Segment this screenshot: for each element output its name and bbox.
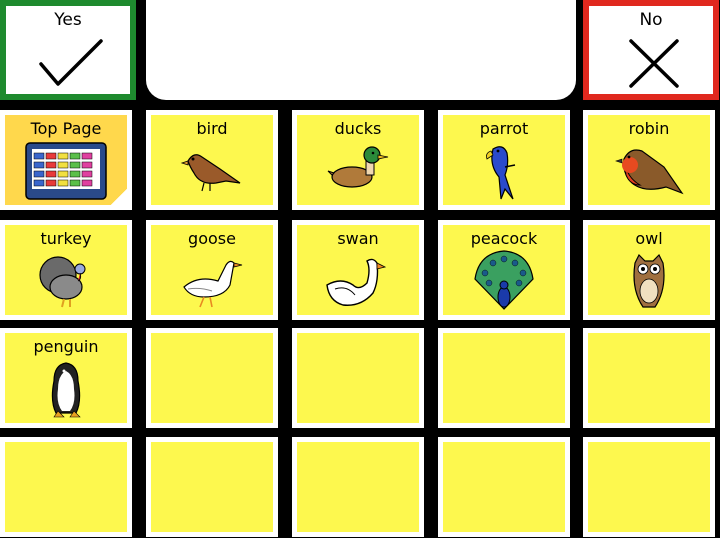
robin-button[interactable]: robin [583,110,715,210]
ducks-button[interactable]: ducks [292,110,424,210]
yes-button[interactable]: Yes [0,0,136,100]
empty-cell[interactable] [0,437,132,537]
penguin-icon [51,362,81,418]
empty-cell[interactable] [438,437,570,537]
goose-button[interactable]: goose [146,220,278,320]
keyboard-icon [25,142,107,200]
penguin-button[interactable]: penguin [0,328,132,428]
peacock-icon [474,250,534,310]
bird-icon [180,154,241,192]
cross-icon [629,39,679,88]
empty-cell[interactable] [583,328,715,428]
cell-label: robin [628,119,670,138]
turkey-button[interactable]: turkey [0,220,132,320]
robin-icon [615,149,684,195]
cell-label: owl [635,229,663,248]
cell-label: goose [188,229,236,248]
swan-button[interactable]: swan [292,220,424,320]
empty-cell[interactable] [583,437,715,537]
message-bar[interactable] [146,0,576,100]
empty-cell[interactable] [292,437,424,537]
cell-label: Top Page [30,119,102,138]
owl-button[interactable]: owl [583,220,715,320]
duck-icon [327,146,389,188]
top-page-button[interactable]: Top Page [0,110,132,210]
page-fold [111,189,127,205]
cell-label: parrot [479,119,529,138]
turkey-icon [39,256,86,308]
swan-icon [326,258,387,306]
empty-cell[interactable] [146,328,278,428]
no-button[interactable]: No [583,0,719,100]
parrot-icon [486,146,516,200]
yes-label: Yes [54,10,82,30]
checkmark-icon [39,39,103,86]
cell-label: penguin [33,337,99,356]
parrot-button[interactable]: parrot [438,110,570,210]
peacock-button[interactable]: peacock [438,220,570,320]
empty-cell[interactable] [292,328,424,428]
bird-button[interactable]: bird [146,110,278,210]
cell-label: bird [196,119,228,138]
cell-label: swan [337,229,379,248]
owl-icon [633,253,665,308]
cell-label: ducks [334,119,382,138]
no-label: No [639,10,663,30]
empty-cell[interactable] [146,437,278,537]
cell-label: turkey [40,229,92,248]
goose-icon [183,260,243,308]
cell-label: peacock [470,229,538,248]
empty-cell[interactable] [438,328,570,428]
